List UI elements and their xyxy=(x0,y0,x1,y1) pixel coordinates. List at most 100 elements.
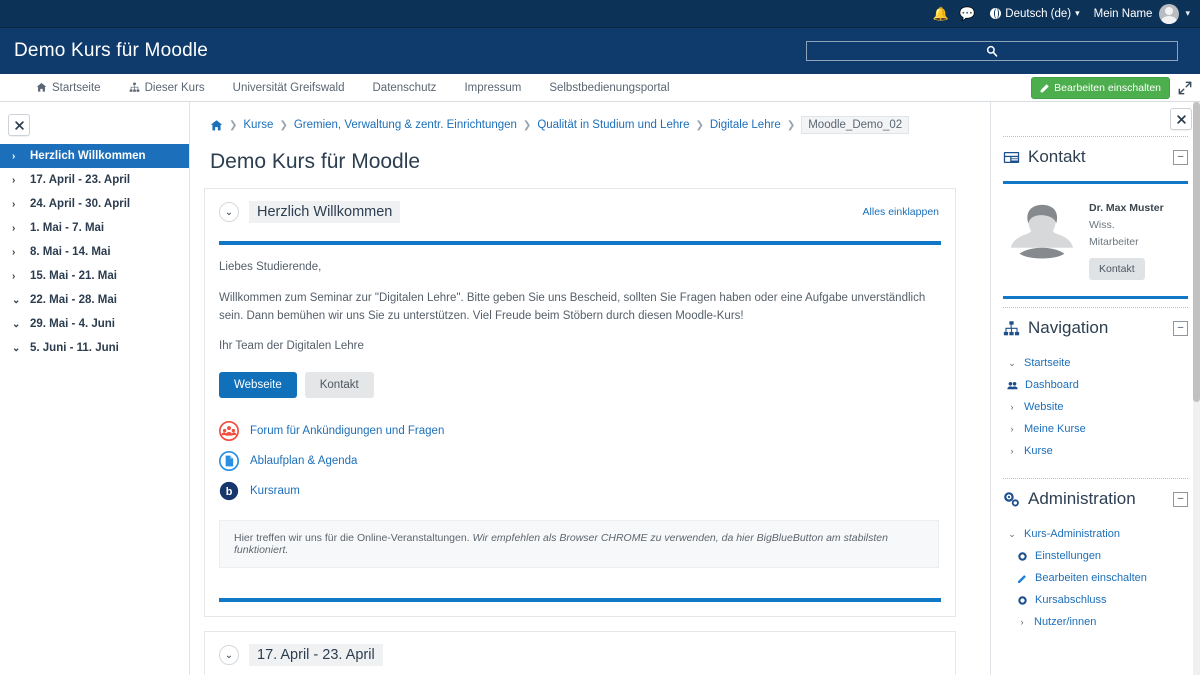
breadcrumb-item-gremien[interactable]: Gremien, Verwaltung & zentr. Einrichtung… xyxy=(294,119,517,131)
nav-item-datenschutz[interactable]: Datenschutz xyxy=(359,82,451,94)
pencil-icon xyxy=(1017,573,1028,584)
page-title: Demo Kurs für Moodle xyxy=(14,40,208,62)
nav-item-selbstbedienungsportal[interactable]: Selbstbedienungsportal xyxy=(535,82,683,94)
nav-label: Dieser Kurs xyxy=(145,82,205,94)
course-index-list: › Herzlich Willkommen › 17. April - 23. … xyxy=(0,144,189,360)
chat-icon[interactable]: 💬 xyxy=(959,7,975,20)
section-accent-rule-bottom xyxy=(219,598,941,602)
bell-icon[interactable]: 🔔 xyxy=(933,7,949,20)
contact-block-button[interactable]: Kontakt xyxy=(1089,258,1145,280)
webseite-button[interactable]: Webseite xyxy=(219,372,297,398)
activity-label[interactable]: Forum für Ankündigungen und Fragen xyxy=(250,425,444,437)
nav-tree-label: Startseite xyxy=(1024,357,1070,369)
contact-role-line1: Wiss. xyxy=(1089,218,1164,232)
gears-icon xyxy=(1003,491,1020,508)
section-title[interactable]: 17. April - 23. April xyxy=(249,644,383,666)
sidebar-item-week-5[interactable]: › 15. Mai - 21. Mai xyxy=(0,264,189,288)
scrollbar-thumb[interactable] xyxy=(1193,102,1200,402)
admin-item-einstellungen[interactable]: Einstellungen xyxy=(1003,545,1188,567)
section-title[interactable]: Herzlich Willkommen xyxy=(249,201,400,223)
dashboard-icon xyxy=(1007,380,1018,391)
close-block-drawer-button[interactable] xyxy=(1170,108,1192,130)
section-body: Liebes Studierende, Willkommen zum Semin… xyxy=(205,245,955,580)
chevron-down-icon: ⌄ xyxy=(1007,529,1017,540)
sitemap-icon xyxy=(1003,320,1020,337)
course-index-drawer: › Herzlich Willkommen › 17. April - 23. … xyxy=(0,102,190,675)
close-icon xyxy=(1177,115,1186,124)
nav-item-impressum[interactable]: Impressum xyxy=(450,82,535,94)
minimize-block-button[interactable]: – xyxy=(1173,492,1188,507)
nav-label: Selbstbedienungsportal xyxy=(549,82,669,94)
notice-text-plain: Hier treffen wir uns für die Online-Vera… xyxy=(234,532,473,544)
minimize-block-button[interactable]: – xyxy=(1173,321,1188,336)
nav-tree-item-dashboard[interactable]: Dashboard xyxy=(1003,374,1188,396)
sidebar-item-week-2[interactable]: › 24. April - 30. April xyxy=(0,192,189,216)
admin-item-kurs-administration[interactable]: ⌄ Kurs-Administration xyxy=(1003,523,1188,545)
sitemap-icon xyxy=(129,82,140,93)
expand-arrows-icon[interactable] xyxy=(1178,81,1192,95)
chevron-down-icon[interactable]: ▾ xyxy=(1185,8,1190,19)
navbar-actions: Bearbeiten einschalten xyxy=(1031,77,1192,99)
admin-item-kursabschluss[interactable]: Kursabschluss xyxy=(1003,589,1188,611)
toggle-editing-label: Bearbeiten einschalten xyxy=(1054,82,1161,94)
block-administration: Administration – ⌄ Kurs-Administration E… xyxy=(991,479,1200,643)
main-navbar: Startseite Dieser Kurs Universität Greif… xyxy=(0,74,1200,102)
activity-label[interactable]: Ablaufplan & Agenda xyxy=(250,455,357,467)
pencil-square-icon xyxy=(1040,83,1050,93)
block-title: Navigation xyxy=(1028,318,1108,338)
page-body: › Herzlich Willkommen › 17. April - 23. … xyxy=(0,102,1200,675)
breadcrumb-item-digitale-lehre[interactable]: Digitale Lehre xyxy=(710,119,781,131)
nav-tree-item-kurse[interactable]: › Kurse xyxy=(1003,440,1188,462)
svg-text:b: b xyxy=(226,486,233,498)
search-input[interactable] xyxy=(806,41,1178,61)
nav-tree-item-startseite[interactable]: ⌄ Startseite xyxy=(1003,352,1188,374)
nav-item-universitaet[interactable]: Universität Greifswald xyxy=(219,82,359,94)
admin-item-nutzer-innen[interactable]: › Nutzer/innen xyxy=(1003,611,1188,633)
sidebar-item-week-1[interactable]: › 17. April - 23. April xyxy=(0,168,189,192)
activity-forum[interactable]: Forum für Ankündigungen und Fragen xyxy=(219,416,939,446)
contact-card: Dr. Max Muster Wiss. Mitarbeiter Kontakt xyxy=(1003,192,1188,288)
admin-item-bearbeiten-einschalten[interactable]: Bearbeiten einschalten xyxy=(1003,567,1188,589)
collapse-all-link[interactable]: Alles einklappen xyxy=(863,206,939,218)
admin-item-label: Nutzer/innen xyxy=(1034,616,1096,628)
avatar[interactable] xyxy=(1159,4,1179,24)
activity-bigbluebutton[interactable]: b Kursraum xyxy=(219,476,939,506)
nav-tree-item-meine-kurse[interactable]: › Meine Kurse xyxy=(1003,418,1188,440)
nav-item-dieser-kurs[interactable]: Dieser Kurs xyxy=(115,82,219,94)
sidebar-item-week-4[interactable]: › 8. Mai - 14. Mai xyxy=(0,240,189,264)
sidebar-item-label: Herzlich Willkommen xyxy=(30,150,146,162)
activity-label[interactable]: Kursraum xyxy=(250,485,300,497)
sidebar-item-herzlich-willkommen[interactable]: › Herzlich Willkommen xyxy=(0,144,189,168)
scrollbar-track[interactable] xyxy=(1193,102,1200,675)
chevron-down-icon[interactable]: ⌄ xyxy=(219,202,239,222)
sidebar-item-week-7[interactable]: ⌄ 29. Mai - 4. Juni xyxy=(0,312,189,336)
chevron-right-icon: › xyxy=(12,175,21,186)
language-selector[interactable]: Deutsch (de) ▾ xyxy=(990,8,1079,20)
bigbluebutton-notice: Hier treffen wir uns für die Online-Vera… xyxy=(219,520,939,568)
close-course-index-button[interactable] xyxy=(8,114,30,136)
course-title: Demo Kurs für Moodle xyxy=(204,150,956,174)
chevron-right-icon: › xyxy=(1007,402,1017,412)
sidebar-item-week-3[interactable]: › 1. Mai - 7. Mai xyxy=(0,216,189,240)
breadcrumb-item-kurse[interactable]: Kurse xyxy=(243,119,273,131)
nav-label: Startseite xyxy=(52,82,101,94)
chevron-right-icon: › xyxy=(12,151,21,162)
nav-tree-label: Dashboard xyxy=(1025,379,1079,391)
user-menu-label[interactable]: Mein Name xyxy=(1094,8,1153,20)
breadcrumb-current: Moodle_Demo_02 xyxy=(801,116,909,134)
chevron-down-icon[interactable]: ⌄ xyxy=(219,645,239,665)
chevron-down-icon: ⌄ xyxy=(1007,358,1017,369)
admin-item-label: Einstellungen xyxy=(1035,550,1101,562)
sidebar-item-week-8[interactable]: ⌄ 5. Juni - 11. Juni xyxy=(0,336,189,360)
breadcrumb-separator: ❯ xyxy=(787,120,795,131)
sidebar-item-label: 29. Mai - 4. Juni xyxy=(30,318,115,330)
sidebar-item-week-6[interactable]: ⌄ 22. Mai - 28. Mai xyxy=(0,288,189,312)
nav-item-startseite[interactable]: Startseite xyxy=(22,82,115,94)
kontakt-button[interactable]: Kontakt xyxy=(305,372,374,398)
minimize-block-button[interactable]: – xyxy=(1173,150,1188,165)
toggle-editing-button[interactable]: Bearbeiten einschalten xyxy=(1031,77,1170,99)
activity-file[interactable]: Ablaufplan & Agenda xyxy=(219,446,939,476)
breadcrumb-item-qualitaet[interactable]: Qualität in Studium und Lehre xyxy=(537,119,689,131)
nav-tree-item-website[interactable]: › Website xyxy=(1003,396,1188,418)
home-icon[interactable] xyxy=(210,119,223,132)
